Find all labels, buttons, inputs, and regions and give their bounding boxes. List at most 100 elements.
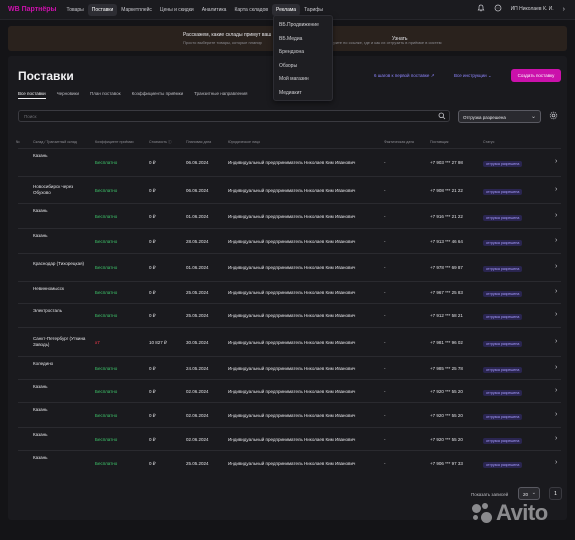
user-chevron-icon[interactable]: ›	[563, 6, 565, 13]
tab-plan[interactable]: План поставок	[90, 91, 121, 99]
date-cell: 06.06.2024	[186, 160, 209, 165]
chevron-right-icon[interactable]: ›	[555, 311, 557, 318]
warehouse-cell: Казань	[33, 407, 48, 412]
dropdown-item[interactable]: Брендзона	[279, 49, 304, 55]
user-menu[interactable]: ИП Николаев К. И.	[511, 6, 554, 12]
page-button[interactable]: 1	[549, 487, 562, 500]
warehouse-cell: Краснодар (Тихорецкая)	[33, 261, 85, 266]
tab-coefficients[interactable]: Коэффициенты приёмки	[132, 91, 184, 99]
gear-icon[interactable]	[549, 111, 558, 122]
date-cell: 25.05.2024	[186, 313, 209, 318]
nav-item-analytics[interactable]: Аналитика	[198, 4, 231, 16]
warehouse-cell: Невинномысск	[33, 286, 64, 291]
nav-item-warehouses-map[interactable]: Карта складов	[230, 4, 272, 16]
instructions-link[interactable]: Все инструкции ⌄	[454, 73, 492, 79]
banner-title: Расскажем, какие склады примут ваш	[183, 32, 272, 38]
bell-icon[interactable]	[477, 4, 485, 14]
search-input[interactable]: Поиск	[18, 110, 450, 122]
chevron-right-icon[interactable]: ›	[555, 411, 557, 418]
phone-cell: +7 920 *** 55 20	[430, 437, 463, 442]
chevron-right-icon[interactable]: ›	[555, 288, 557, 295]
banner-link[interactable]: Узнать	[392, 36, 408, 42]
legal-entity-cell: Индивидуальный предприниматель Николаев …	[228, 389, 356, 394]
header-num[interactable]: №	[16, 140, 20, 144]
table-row[interactable]: Казань Бесплатно 0 ₽ 06.06.2024 Индивидуальн…	[18, 148, 561, 176]
cost-cell: 0 ₽	[149, 366, 156, 371]
phone-cell: +7 916 *** 21 22	[430, 214, 463, 219]
header-sender[interactable]: Поставщик	[430, 140, 448, 144]
dropdown-item[interactable]: Медиакит	[279, 90, 302, 96]
fact-date-cell: -	[384, 214, 386, 219]
nav-item-tariffs[interactable]: Тарифы	[300, 4, 327, 16]
legal-entity-cell: Индивидуальный предприниматель Николаев …	[228, 461, 356, 466]
header-coef[interactable]: Коэффициент приёмки	[95, 140, 134, 144]
chevron-right-icon[interactable]: ›	[555, 263, 557, 270]
nav-item-ads[interactable]: Реклама	[272, 3, 301, 16]
header-warehouse[interactable]: Склад / Транзитный склад	[33, 140, 77, 144]
nav-item-marketplace[interactable]: Маркетплейс	[117, 4, 156, 16]
nav-item-products[interactable]: Товары	[63, 4, 88, 16]
table-row[interactable]: Санкт-Петербург (Уткина Заводь) x7 10 827 …	[18, 327, 561, 356]
nav-item-prices[interactable]: Цены и скидки	[156, 4, 198, 16]
header-legal[interactable]: Юридическое лицо	[228, 140, 260, 144]
cost-cell: 0 ₽	[149, 461, 156, 466]
logo[interactable]: WB Партнёры	[8, 6, 57, 13]
chevron-right-icon[interactable]: ›	[555, 212, 557, 219]
table-row[interactable]: Краснодар (Тихорецкая) Бесплатно 0 ₽ 01.06.…	[18, 253, 561, 281]
chevron-right-icon[interactable]: ›	[555, 338, 557, 345]
status-filter-select[interactable]: Отгрузка разрешена ⌄	[458, 110, 541, 123]
coef-cell: Бесплатно	[95, 239, 118, 244]
table-row[interactable]: Казань Бесплатно 0 ₽ 02.06.2024 Индивидуальн…	[18, 427, 561, 450]
dropdown-item[interactable]: ВБ.Медиа	[279, 36, 302, 42]
header-date[interactable]: Плановая дата	[186, 140, 211, 144]
header-fact[interactable]: Фактическая дата	[384, 140, 414, 144]
table-row[interactable]: Коледино Бесплатно 0 ₽ 24.05.2024 Индивидуал…	[18, 356, 561, 379]
chevron-right-icon[interactable]: ›	[555, 186, 557, 193]
tab-all-supplies[interactable]: Все поставки	[18, 91, 46, 99]
tabs: Все поставки Черновики План поставок Коэ…	[18, 91, 248, 99]
chevron-right-icon[interactable]: ›	[555, 435, 557, 442]
chevron-down-icon: ⌄	[487, 73, 492, 78]
coef-cell: Бесплатно	[95, 413, 118, 418]
cost-cell: 0 ₽	[149, 389, 156, 394]
chat-icon[interactable]	[494, 4, 502, 14]
search-icon[interactable]	[438, 112, 446, 122]
table-row[interactable]: Новосибирск через Обухово Бесплатно 0 ₽ 06.…	[18, 176, 561, 203]
steps-link[interactable]: 6 шагов к первой поставке ↗	[374, 73, 434, 79]
table-row[interactable]: Казань Бесплатно 0 ₽ 28.05.2024 Индивидуальн…	[18, 228, 561, 253]
chevron-right-icon[interactable]: ›	[555, 459, 557, 466]
chevron-right-icon[interactable]: ›	[555, 364, 557, 371]
chevron-right-icon[interactable]: ›	[555, 237, 557, 244]
tab-transit[interactable]: Транзитные направления	[194, 91, 247, 99]
page-title: Поставки	[18, 69, 74, 83]
cost-cell: 0 ₽	[149, 290, 156, 295]
coef-cell: Бесплатно	[95, 437, 118, 442]
help-icon[interactable]: ⓘ	[168, 140, 172, 144]
header-status[interactable]: Статус	[483, 140, 494, 144]
table-row[interactable]: Казань Бесплатно 0 ₽ 02.06.2024 Индивидуальн…	[18, 379, 561, 402]
table-row[interactable]: Невинномысск Бесплатно 0 ₽ 25.05.2024 Индиви…	[18, 281, 561, 303]
table-row[interactable]: Казань Бесплатно 0 ₽ 25.05.2024 Индивидуальн…	[18, 450, 561, 475]
status-badge: отгрузка разрешена	[483, 215, 523, 221]
per-page-select[interactable]: 20 ⌄	[518, 487, 540, 500]
dropdown-item[interactable]: Обзоры	[279, 63, 297, 69]
chevron-right-icon[interactable]: ›	[555, 158, 557, 165]
legal-entity-cell: Индивидуальный предприниматель Николаев …	[228, 188, 356, 193]
date-cell: 02.06.2024	[186, 437, 209, 442]
status-badge: отгрузка разрешена	[483, 266, 523, 272]
fact-date-cell: -	[384, 413, 386, 418]
status-badge: отгрузка разрешена	[483, 314, 523, 320]
dropdown-item[interactable]: ВБ.Продвижение	[279, 22, 319, 28]
dropdown-item[interactable]: Мой магазин	[279, 76, 309, 82]
phone-cell: +7 920 *** 55 20	[430, 413, 463, 418]
table-row[interactable]: Казань Бесплатно 0 ₽ 01.06.2024 Индивидуальн…	[18, 203, 561, 228]
nav-item-supplies[interactable]: Поставки	[87, 3, 118, 16]
chevron-right-icon[interactable]: ›	[555, 387, 557, 394]
create-supply-button[interactable]: Создать поставку	[511, 69, 561, 82]
table-row[interactable]: Электросталь Бесплатно 0 ₽ 25.05.2024 Индиви…	[18, 303, 561, 327]
header-cost[interactable]: Стоимость ⓘ	[149, 140, 172, 145]
phone-cell: +7 978 *** 69 87	[430, 265, 463, 270]
tab-drafts[interactable]: Черновики	[57, 91, 79, 99]
legal-entity-cell: Индивидуальный предприниматель Николаев …	[228, 214, 356, 219]
table-row[interactable]: Казань Бесплатно 0 ₽ 02.06.2024 Индивидуальн…	[18, 402, 561, 427]
